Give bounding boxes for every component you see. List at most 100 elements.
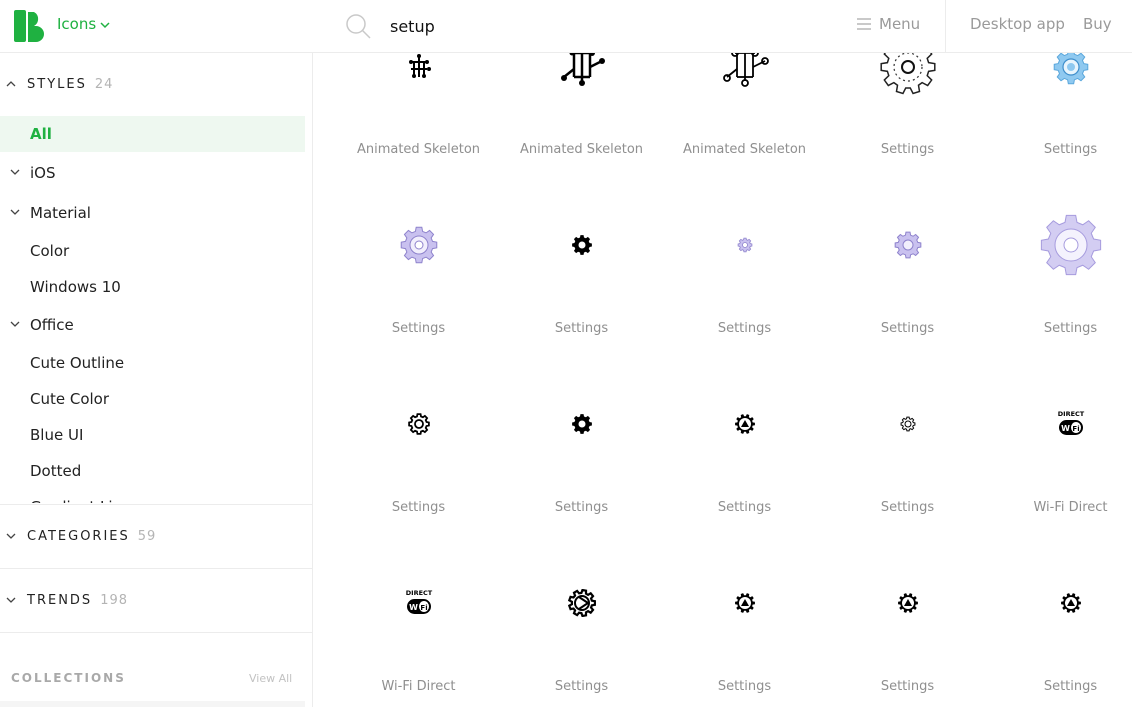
icon-name[interactable]: Settings: [337, 321, 500, 336]
style-item[interactable]: Cute Outline: [0, 345, 305, 381]
chevron-down-icon: [6, 533, 16, 539]
wifi-direct-icon[interactable]: DIRECT W Fi: [1057, 409, 1085, 443]
search-icon[interactable]: [345, 13, 371, 39]
wifi-direct-icon[interactable]: DIRECT W Fi: [405, 588, 433, 622]
style-item[interactable]: Office: [0, 307, 305, 343]
gear-badge-icon[interactable]: [1060, 592, 1082, 618]
style-item[interactable]: Blue UI: [0, 417, 305, 453]
collections-title: COLLECTIONS: [11, 671, 126, 685]
styles-title: STYLES 24: [27, 77, 113, 92]
svg-text:W: W: [409, 603, 418, 612]
style-item-label: iOS: [30, 164, 56, 182]
chevron-down-icon: [6, 597, 16, 603]
skeleton-small-icon[interactable]: [405, 53, 433, 85]
menu-button[interactable]: Menu: [857, 15, 920, 33]
svg-text:Fi: Fi: [420, 604, 427, 612]
icon-name[interactable]: Settings: [826, 142, 989, 157]
collections-section: COLLECTIONS View All: [0, 653, 312, 707]
icon-name[interactable]: Settings: [989, 142, 1132, 157]
desktop-app-link[interactable]: Desktop app: [970, 15, 1065, 33]
style-item-label: Color: [30, 242, 70, 260]
svg-text:DIRECT: DIRECT: [1057, 410, 1084, 418]
buy-link[interactable]: Buy: [1083, 15, 1112, 33]
categories-section-header[interactable]: CATEGORIES 59: [0, 505, 312, 568]
style-item-label: Gradient Line: [30, 498, 131, 503]
style-item-label: Office: [30, 316, 74, 334]
section-divider: [0, 632, 312, 633]
skeleton-large-icon[interactable]: [558, 53, 606, 91]
hamburger-icon: [857, 18, 871, 30]
gear-purple-small-icon[interactable]: [894, 231, 922, 263]
icon-grid: Animated Skeleton Animated Skeleton Animat…: [313, 53, 1132, 707]
icon-name[interactable]: Wi-Fi Direct: [337, 679, 500, 694]
categories-count: 59: [137, 529, 157, 544]
gear-blue-icon[interactable]: [1053, 53, 1089, 89]
gear-dotted-icon[interactable]: [879, 53, 936, 99]
svg-text:Fi: Fi: [1072, 425, 1079, 433]
gear-thin-icon[interactable]: [900, 416, 916, 436]
style-list: All iOS Material Color Windows 10 Office Cute …: [0, 116, 312, 503]
icon-name[interactable]: Settings: [826, 679, 989, 694]
gear-badge-icon[interactable]: [734, 592, 756, 618]
categories-title: CATEGORIES 59: [27, 529, 156, 544]
view-all-link[interactable]: View All: [249, 672, 292, 685]
styles-count: 24: [94, 77, 114, 92]
icon-name[interactable]: Settings: [663, 500, 826, 515]
sidebar: STYLES 24 All iOS Material Color Windows 10 Of…: [0, 53, 313, 707]
style-item[interactable]: Cute Color: [0, 381, 305, 417]
icon-name[interactable]: Settings: [500, 500, 663, 515]
style-item-label: Dotted: [30, 462, 82, 480]
icon-name[interactable]: Settings: [500, 321, 663, 336]
style-item-label: Windows 10: [30, 278, 121, 296]
icon-name[interactable]: Settings: [989, 679, 1132, 694]
icon-name[interactable]: Wi-Fi Direct: [989, 500, 1132, 515]
brand-dropdown[interactable]: Icons: [57, 15, 110, 33]
search-input[interactable]: [390, 12, 810, 40]
icon-name[interactable]: Animated Skeleton: [663, 142, 826, 157]
svg-text:W: W: [1061, 424, 1070, 433]
gear-purple-tiny-icon[interactable]: [737, 237, 753, 257]
style-item-label: Blue UI: [30, 426, 84, 444]
style-item[interactable]: Dotted: [0, 453, 305, 489]
gear-solid-icon[interactable]: [571, 413, 593, 439]
style-item[interactable]: Material: [0, 195, 305, 231]
icon-name[interactable]: Settings: [663, 679, 826, 694]
gear-solid-icon[interactable]: [571, 234, 593, 260]
skeleton-outline-icon[interactable]: [721, 53, 769, 91]
chevron-down-icon: [10, 209, 20, 215]
gear-outline-icon[interactable]: [407, 413, 430, 439]
gear-badge-icon[interactable]: [897, 592, 919, 618]
trends-section-header[interactable]: TRENDS 198: [0, 569, 312, 632]
gear-badge-icon[interactable]: [734, 413, 756, 439]
icon-name[interactable]: Settings: [500, 679, 663, 694]
header-divider: [945, 0, 946, 53]
chevron-down-icon: [10, 169, 20, 175]
style-item-label: All: [30, 125, 52, 143]
icon-name[interactable]: Settings: [337, 500, 500, 515]
style-item[interactable]: Windows 10: [0, 269, 305, 305]
gear-purple-icon[interactable]: [400, 226, 438, 268]
style-item[interactable]: iOS: [0, 155, 305, 191]
collections-strip: [0, 701, 305, 707]
svg-text:DIRECT: DIRECT: [405, 589, 432, 597]
icon-name[interactable]: Animated Skeleton: [500, 142, 663, 157]
gear-purple-large-icon[interactable]: [1040, 214, 1102, 280]
icon-name[interactable]: Animated Skeleton: [337, 142, 500, 157]
gear-outline-bold-icon[interactable]: [567, 588, 596, 621]
icon-name[interactable]: Settings: [663, 321, 826, 336]
icon-name[interactable]: Settings: [826, 321, 989, 336]
icon-name[interactable]: Settings: [826, 500, 989, 515]
style-item-label: Cute Outline: [30, 354, 125, 372]
icon-name[interactable]: Settings: [989, 321, 1132, 336]
style-item[interactable]: All: [0, 116, 305, 152]
chevron-down-icon: [10, 321, 20, 327]
style-item[interactable]: Gradient Line: [0, 489, 305, 503]
brand-label: Icons: [57, 15, 97, 33]
chevron-down-icon: [100, 21, 110, 28]
styles-section-header[interactable]: STYLES 24: [0, 53, 312, 116]
styles-title-text: STYLES: [27, 77, 87, 92]
menu-label: Menu: [879, 15, 921, 33]
style-item[interactable]: Color: [0, 233, 305, 269]
style-item-label: Cute Color: [30, 390, 110, 408]
icons8-logo-icon[interactable]: [14, 10, 46, 42]
